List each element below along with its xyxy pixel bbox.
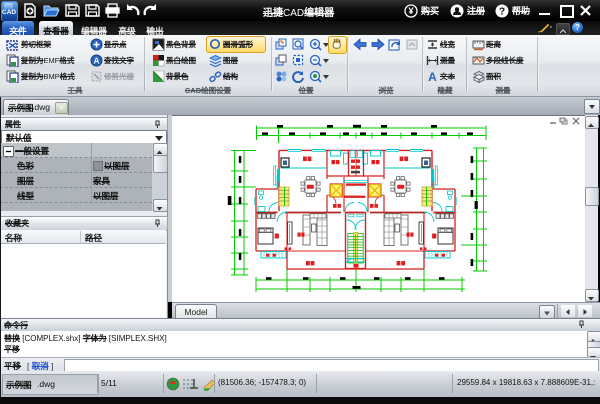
- svg-text:A: A: [94, 57, 100, 66]
- svg-text:A: A: [428, 70, 437, 83]
- svg-text:?: ?: [499, 7, 505, 18]
- svg-text:¥: ¥: [408, 6, 413, 16]
